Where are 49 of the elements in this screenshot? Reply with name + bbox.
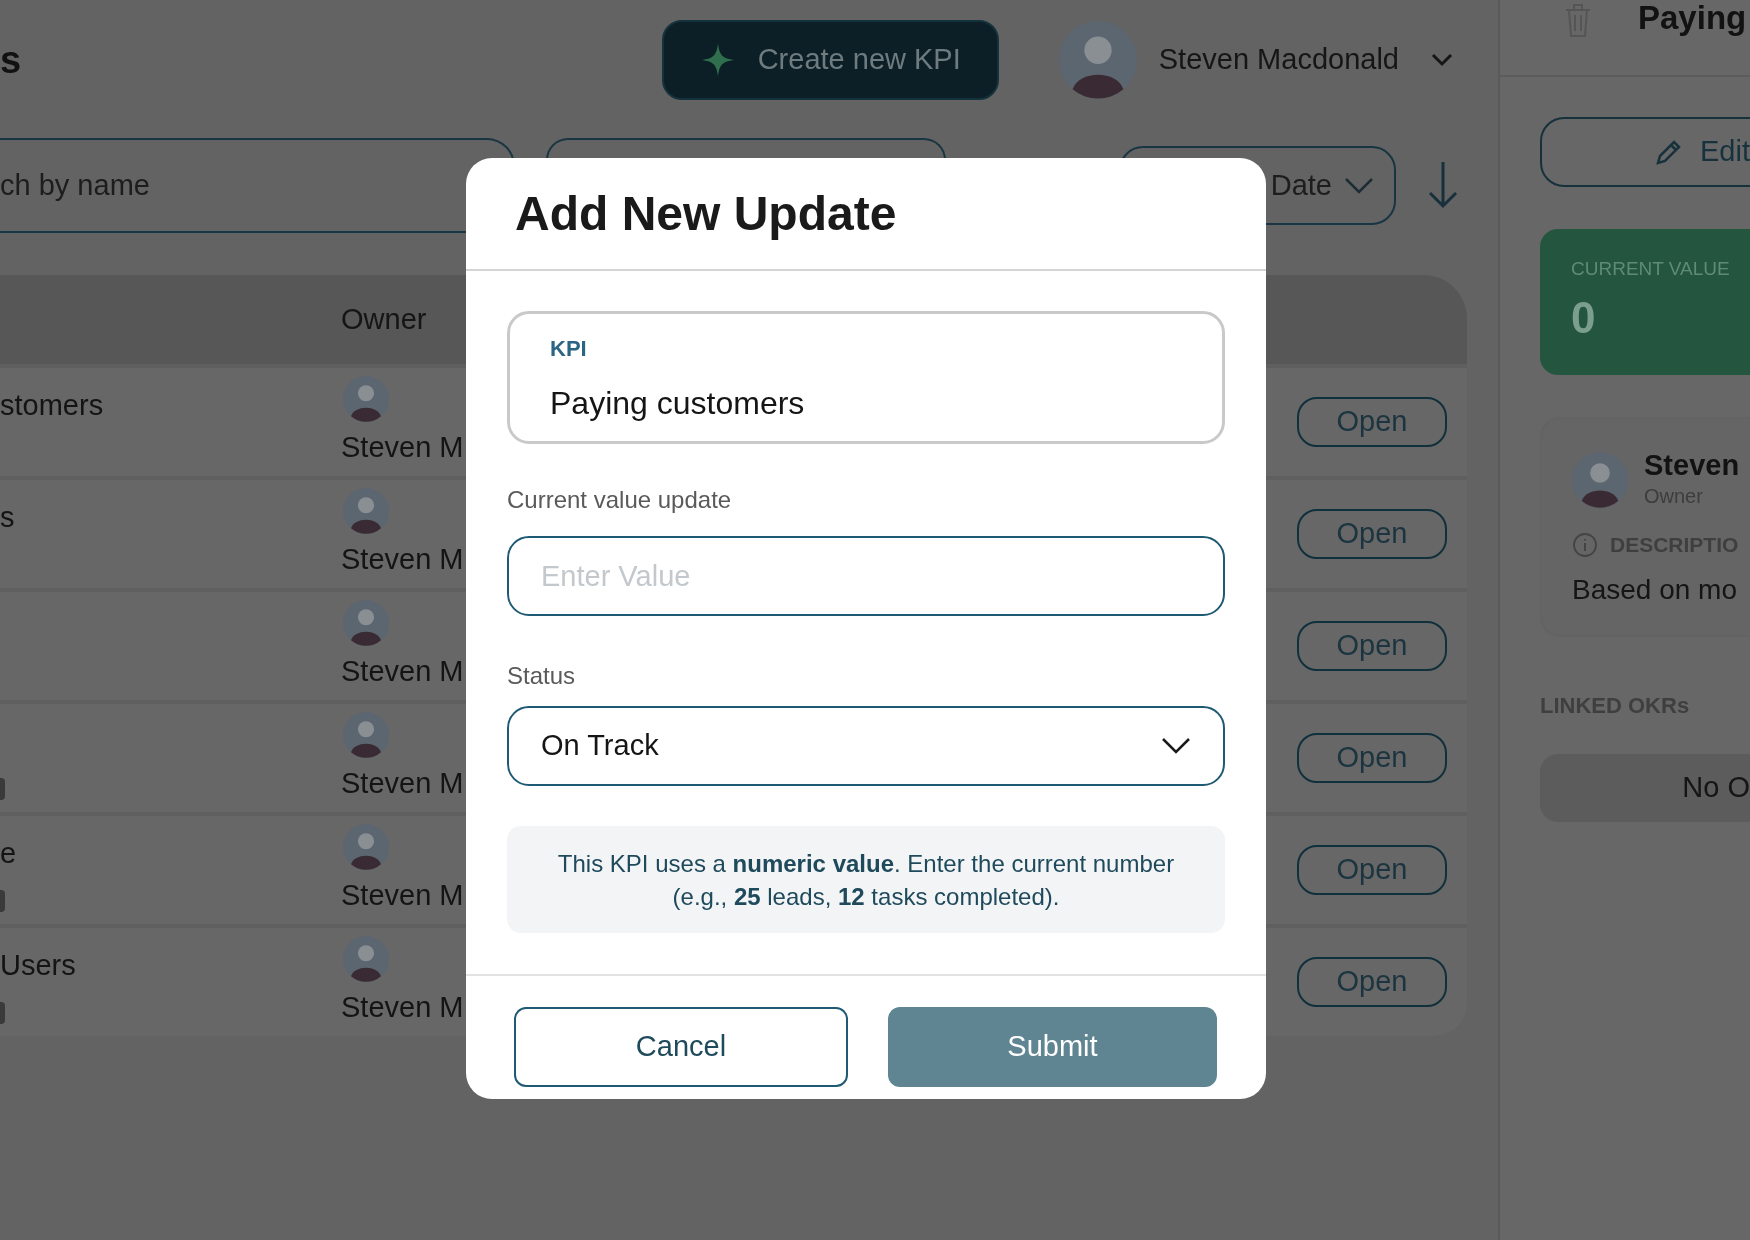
- status-select[interactable]: On Track: [507, 706, 1225, 786]
- edit-button[interactable]: Edit: [1540, 117, 1750, 187]
- status-label: Status: [507, 661, 577, 691]
- owner-name: Steven M: [341, 766, 464, 801]
- value-input[interactable]: Enter Value: [507, 536, 1225, 616]
- current-value-label: CURRENT VALUE: [1571, 257, 1731, 281]
- kpi-name: Users: [0, 949, 76, 981]
- owner-avatar: [1572, 452, 1628, 508]
- owner-name: Steven M: [341, 430, 464, 465]
- open-button[interactable]: Open: [1297, 621, 1447, 671]
- dialog-title: Add New Update: [515, 185, 897, 242]
- user-name[interactable]: Steven Macdonald: [1158, 38, 1399, 82]
- empty-okrs-box: No O: [1540, 754, 1750, 822]
- kpi-name: e: [0, 837, 17, 869]
- chevron-down-icon: [1344, 176, 1374, 195]
- chevron-down-icon: [1161, 737, 1191, 755]
- owner-name: Steven: [1644, 449, 1740, 481]
- current-value: 0: [1571, 295, 1597, 340]
- owner-avatar: [343, 600, 389, 646]
- info-icon: [1572, 531, 1598, 558]
- kpi-name: s: [0, 501, 15, 533]
- info-text: This KPI uses a numeric value. Enter the current number (e.g., 25 leads, 12 tasks completed).: [556, 848, 1176, 912]
- value-label: Current value update: [507, 485, 733, 515]
- owner-name: Steven M: [341, 654, 464, 689]
- owner-name: Steven M: [341, 878, 464, 913]
- open-button[interactable]: Open: [1297, 397, 1447, 447]
- cancel-button[interactable]: Cancel: [514, 1007, 848, 1087]
- kpi-title: Paying: [1638, 0, 1747, 36]
- open-button[interactable]: Open: [1297, 845, 1447, 895]
- kpi-name: stomers: [0, 389, 104, 421]
- open-button[interactable]: Open: [1297, 509, 1447, 559]
- open-button[interactable]: Open: [1297, 957, 1447, 1007]
- create-kpi-button[interactable]: Create new KPI: [661, 20, 999, 100]
- column-header: Owner: [341, 301, 427, 337]
- description-text: Based on mo: [1572, 572, 1738, 607]
- owner-avatar: [343, 376, 389, 422]
- page-title: s: [0, 37, 22, 83]
- sort-arrow-icon[interactable]: [1426, 160, 1460, 210]
- owner-avatar: [343, 488, 389, 534]
- owner-name: Steven M: [341, 990, 464, 1025]
- kpi-label: KPI: [550, 335, 588, 363]
- owner-avatar: [343, 712, 389, 758]
- submit-button[interactable]: Submit: [888, 1007, 1217, 1087]
- owner-name: Steven M: [341, 542, 464, 577]
- open-button[interactable]: Open: [1297, 733, 1447, 783]
- owner-avatar: [343, 824, 389, 870]
- owner-avatar: [343, 936, 389, 982]
- chevron-down-icon[interactable]: [1431, 53, 1453, 67]
- kpi-value: Paying customers: [550, 384, 806, 423]
